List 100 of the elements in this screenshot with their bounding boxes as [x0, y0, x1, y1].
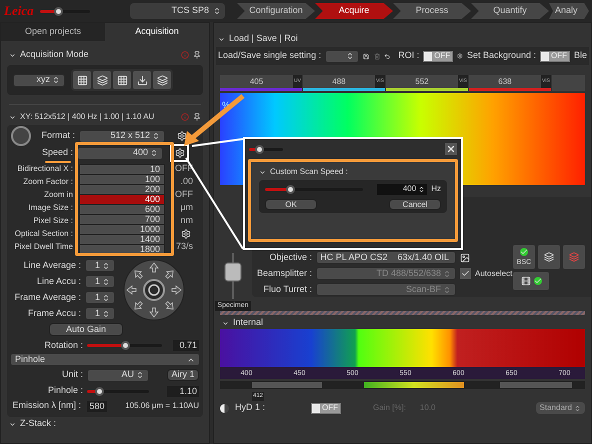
collapse-icon[interactable] — [9, 52, 16, 58]
spin-box[interactable]: 1 — [85, 259, 115, 272]
detection-band — [252, 382, 322, 388]
callout-arrow — [184, 94, 245, 146]
workflow-tab[interactable]: Configuration — [237, 3, 315, 19]
field-label: Fluo Turret : — [262, 282, 312, 296]
detection-band — [500, 382, 572, 388]
field-label: Line Average : — [22, 258, 81, 272]
spinner-icon — [102, 294, 110, 302]
value-field: 0.71 — [173, 340, 199, 351]
tool-button[interactable] — [513, 272, 549, 290]
settings-icon[interactable] — [177, 131, 187, 141]
laser-wavelength: 638 — [497, 76, 513, 88]
spinner-icon — [418, 186, 426, 192]
section-title: Acquisition Mode — [20, 48, 89, 62]
field-label: ROI : — [398, 49, 420, 62]
dropdown-option[interactable]: 10 — [80, 165, 164, 175]
slider[interactable] — [265, 184, 363, 194]
tool-button[interactable] — [538, 245, 560, 269]
airy-button[interactable]: Airy 1 — [167, 369, 199, 381]
field-value: 73/s — [176, 240, 193, 253]
spinner-icon — [346, 52, 354, 60]
slider-thumb[interactable] — [95, 386, 104, 396]
spinner-icon — [443, 270, 451, 278]
settings-icon[interactable] — [457, 51, 463, 61]
field-label: Zoom Factor : — [22, 176, 73, 188]
pin-icon — [193, 51, 201, 59]
field-label: Pixel Dwell Time — [13, 240, 73, 252]
field-label: Pinhole : — [46, 384, 83, 398]
grid-icon — [116, 74, 128, 86]
check-icon — [520, 248, 528, 256]
tool-button[interactable] — [93, 71, 111, 89]
auto-gain-button[interactable]: Auto Gain — [49, 323, 123, 336]
speed-field[interactable]: 400 — [377, 184, 428, 194]
pin-icon — [193, 113, 201, 121]
speed-select[interactable]: 400 — [77, 146, 163, 160]
mode-select[interactable]: xyz — [13, 74, 65, 86]
laser-wavelength: 552 — [414, 76, 430, 88]
slider-thumb[interactable] — [120, 341, 130, 350]
workflow-tab[interactable]: Quantify — [471, 3, 549, 19]
collapse-icon[interactable] — [222, 320, 229, 326]
layers-icon — [544, 252, 554, 262]
slider[interactable] — [87, 340, 162, 350]
dropdown-option[interactable]: 400 — [80, 195, 164, 205]
workflow-tab[interactable]: Process — [393, 3, 471, 19]
slider[interactable] — [87, 386, 149, 396]
value-field[interactable]: 580 — [87, 400, 107, 412]
tool-button[interactable] — [133, 71, 151, 89]
checkbox[interactable] — [460, 268, 471, 279]
collapse-icon[interactable] — [259, 168, 266, 176]
unit-select[interactable]: AU — [87, 368, 149, 382]
slider-thumb[interactable] — [286, 184, 294, 194]
ok-button[interactable]: OK — [265, 199, 317, 210]
slider[interactable] — [249, 144, 283, 154]
dropdown-option[interactable]: 700 — [80, 215, 164, 225]
settings-icon[interactable] — [174, 148, 184, 158]
objective-select[interactable]: HC PL APO CS2 63x/1.40 OIL — [316, 251, 456, 264]
dropdown-option[interactable]: 100 — [80, 175, 164, 185]
field-value: .00 — [180, 174, 193, 188]
field-label: Unit : — [60, 368, 83, 382]
field-value: μm — [180, 200, 193, 214]
navigation-pad[interactable] — [123, 259, 185, 321]
detector-icon — [220, 404, 229, 412]
mode-select[interactable]: Standard — [536, 402, 585, 414]
tool-button[interactable] — [153, 71, 171, 89]
film-icon — [520, 276, 530, 286]
image-icon[interactable] — [460, 252, 470, 262]
slider-thumb[interactable] — [54, 6, 62, 16]
slider-thumb[interactable] — [255, 144, 264, 154]
laser-wavelength: 488 — [331, 76, 347, 88]
dropdown-option[interactable]: 600 — [80, 205, 164, 215]
dropdown-option[interactable]: 1000 — [80, 225, 164, 235]
settings-icon[interactable] — [181, 228, 191, 238]
field-label: Beamsplitter : — [256, 266, 312, 280]
spin-box[interactable]: 1 — [85, 291, 115, 304]
collapse-icon[interactable] — [9, 420, 16, 428]
unit-label: Hz — [431, 183, 441, 195]
field-label: Load/Save single setting : — [218, 49, 322, 62]
dropdown-option[interactable]: 1400 — [80, 235, 164, 245]
collapse-icon[interactable] — [218, 36, 225, 42]
spin-box[interactable]: 1 — [85, 307, 115, 320]
close-button[interactable] — [445, 143, 457, 155]
cancel-button[interactable]: Cancel — [389, 199, 441, 210]
dropdown-option[interactable]: 200 — [80, 185, 164, 195]
tool-button[interactable] — [113, 71, 131, 89]
spinner-icon — [443, 286, 451, 294]
workflow-tab[interactable]: Acquire — [315, 3, 393, 19]
workflow-tab[interactable]: Analy — [549, 3, 589, 19]
panel-tab[interactable]: Open projects — [1, 23, 105, 41]
field-label: Frame Average : — [14, 290, 81, 304]
format-select[interactable]: 512 x 512 — [79, 130, 165, 142]
slider[interactable] — [40, 6, 90, 16]
field-value: nm — [180, 214, 193, 227]
section-title: XY: 512x512 | 400 Hz | 1.00 | 1.10 AU — [20, 111, 154, 123]
tool-button[interactable] — [73, 71, 91, 89]
system-selector[interactable]: TCS SP8 — [130, 3, 225, 19]
spin-box[interactable]: 1 — [85, 275, 115, 288]
collapse-icon[interactable] — [9, 114, 16, 120]
info-icon — [181, 51, 189, 59]
speed-dropdown-list[interactable]: 10 100 200 400 600 700 1000 1400 1800 — [79, 164, 165, 256]
